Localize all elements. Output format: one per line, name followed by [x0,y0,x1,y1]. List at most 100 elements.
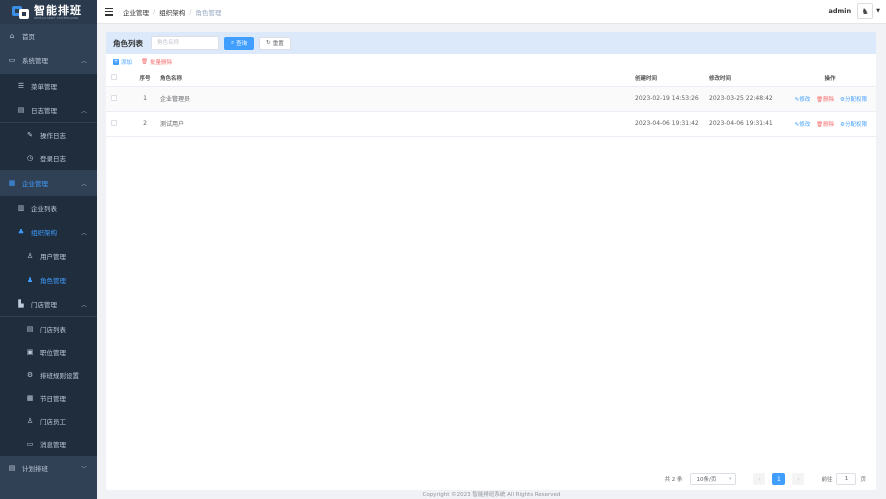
sidebar-item-schedule[interactable]: ▤ 计划排班 ﹀ [0,456,97,480]
page-number-button[interactable]: 1 [772,473,786,485]
chevron-up-icon: ︿ [80,229,87,237]
sidebar-item-messages[interactable]: ▭ 消息管理 [0,432,97,456]
sidebar-item-home[interactable]: ⌂ 首页 [0,24,97,48]
goto-page-input[interactable]: 1 [836,473,857,485]
role-name-input[interactable] [151,36,219,50]
org-icon: ♣ [17,228,25,236]
message-icon: ▭ [26,440,34,448]
row-created: 2023-02-19 14:53:26 [635,86,709,112]
staff-icon: ♙ [26,417,34,425]
hamburger-icon[interactable] [105,7,113,16]
delete-button[interactable]: 🗑删除 [816,97,834,103]
sidebar-item-users[interactable]: ♙ 用户管理 [0,244,97,268]
sidebar-item-staff[interactable]: ♙ 门店员工 [0,409,97,433]
sidebar-item-operation-log[interactable]: ✎ 操作日志 [0,123,97,147]
col-index: 序号 [130,70,160,87]
row-checkbox[interactable] [111,94,117,101]
logo-subtitle: INTELLIGENT SCHEDULING [34,15,79,20]
sidebar: 智能排班 INTELLIGENT SCHEDULING ⌂ 首页 ▭ 系统管理 … [0,0,97,499]
clock-icon: ◷ [26,154,34,162]
logo: 智能排班 INTELLIGENT SCHEDULING [0,0,97,24]
role-list-card: 角色列表 ⌕ 查询 ↻ 重置 + 添加 🗑 批量删除 [106,32,876,490]
chevron-up-icon: ︿ [80,107,87,115]
role-icon: ♟ [26,276,34,284]
sidebar-item-roles[interactable]: ♟ 角色管理 [0,268,97,292]
col-modified: 修改时间 [709,70,784,87]
monitor-icon: ▭ [8,56,16,64]
row-index: 2 [130,111,160,137]
batch-delete-button[interactable]: 🗑 批量删除 [141,58,172,66]
page-size-select[interactable]: 10条/页 ▾ [690,473,737,485]
chevron-down-icon: ▾ [728,476,732,482]
sidebar-item-menu[interactable]: ☰ 菜单管理 [0,74,97,98]
rule-settings-icon: ⚙ [26,371,34,379]
chevron-up-icon: ︿ [80,180,87,188]
user-menu[interactable]: admin ♞ ▼ [828,3,880,19]
table-header-row: 序号 角色名称 创建时间 修改时间 操作 [106,70,876,87]
sidebar-item-enterprise[interactable]: ▦ 企业管理 ︿ [0,171,97,195]
select-all-checkbox[interactable] [111,73,117,80]
sidebar-item-login-log[interactable]: ◷ 登录日志 [0,146,97,170]
building-icon: ▥ [17,204,25,212]
row-role-name: 企业管理员 [160,86,635,112]
plus-icon: + [113,58,119,65]
row-role-name: 测试用户 [160,111,635,137]
sidebar-item-positions[interactable]: ▣ 职位管理 [0,340,97,364]
goto-page: 前往 1 页 [821,473,866,485]
user-icon: ♙ [26,252,34,260]
page-title: 角色列表 [113,38,143,48]
enterprise-icon: ▦ [8,179,16,187]
reset-button[interactable]: ↻ 重置 [259,36,291,50]
col-role-name: 角色名称 [160,70,635,87]
avatar[interactable]: ♞ [857,3,874,19]
search-bar: 角色列表 ⌕ 查询 ↻ 重置 [106,32,876,54]
sidebar-item-system[interactable]: ▭ 系统管理 ︿ [0,48,97,72]
edit-button[interactable]: ✎修改 [795,97,811,103]
menu-icon: ☰ [17,82,25,90]
sidebar-item-store[interactable]: ▙ 门店管理 ︿ [0,292,97,316]
sidebar-item-store-list[interactable]: ▤ 门店列表 [0,317,97,341]
query-button[interactable]: ⌕ 查询 [224,36,255,50]
trash-icon: 🗑 [141,59,148,65]
schedule-icon: ▤ [8,464,16,472]
chevron-up-icon: ︿ [80,57,87,65]
next-page-button[interactable]: › [792,473,805,485]
breadcrumb-item[interactable]: 企业管理 [123,7,149,17]
logo-icon [12,4,30,20]
position-icon: ▣ [26,348,34,356]
row-modified: 2023-04-06 19:31:41 [709,111,784,137]
table-toolbar: + 添加 🗑 批量删除 [106,54,876,70]
row-index: 1 [130,86,160,112]
top-header: 企业管理 / 组织架构 / 角色管理 admin ♞ ▼ [97,0,886,24]
assign-permission-button[interactable]: ⚙分配权限 [840,122,867,128]
edit-button[interactable]: ✎修改 [795,122,811,128]
breadcrumb-current: 角色管理 [195,8,222,17]
search-icon: ⌕ [231,39,235,46]
col-actions: 操作 [784,70,876,87]
chevron-down-icon: ﹀ [80,465,87,473]
role-table: 序号 角色名称 创建时间 修改时间 操作 1 企业管理员 2023-02-19 … [106,70,876,137]
list-icon: ▤ [26,325,34,333]
table-row: 1 企业管理员 2023-02-19 14:53:26 2023-03-25 2… [106,86,876,112]
sidebar-item-org[interactable]: ♣ 组织架构 ︿ [0,220,97,244]
sidebar-item-log[interactable]: ▤ 日志管理 ︿ [0,98,97,122]
refresh-icon: ↻ [266,40,271,46]
log-icon: ▤ [17,106,25,114]
footer-copyright: Copyright ©2023 智能排班系统 All Rights Reserv… [422,492,561,498]
assign-permission-button[interactable]: ⚙分配权限 [840,97,867,103]
calendar-icon: ▦ [26,394,34,402]
breadcrumb: 企业管理 / 组织架构 / 角色管理 [123,7,222,17]
row-created: 2023-04-06 19:31:42 [635,111,709,137]
prev-page-button[interactable]: ‹ [753,473,766,485]
sidebar-item-holidays[interactable]: ▦ 节日管理 [0,386,97,410]
chevron-up-icon: ︿ [80,301,87,309]
table-row: 2 测试用户 2023-04-06 19:31:42 2023-04-06 19… [106,111,876,137]
sidebar-item-enterprise-list[interactable]: ▥ 企业列表 [0,196,97,220]
breadcrumb-item[interactable]: 组织架构 [159,7,185,17]
add-button[interactable]: + 添加 [113,58,132,66]
col-created: 创建时间 [635,70,709,87]
username: admin [828,7,852,15]
delete-button[interactable]: 🗑删除 [816,122,834,128]
row-checkbox[interactable] [111,119,117,126]
sidebar-item-rules[interactable]: ⚙ 排班规则设置 [0,363,97,387]
